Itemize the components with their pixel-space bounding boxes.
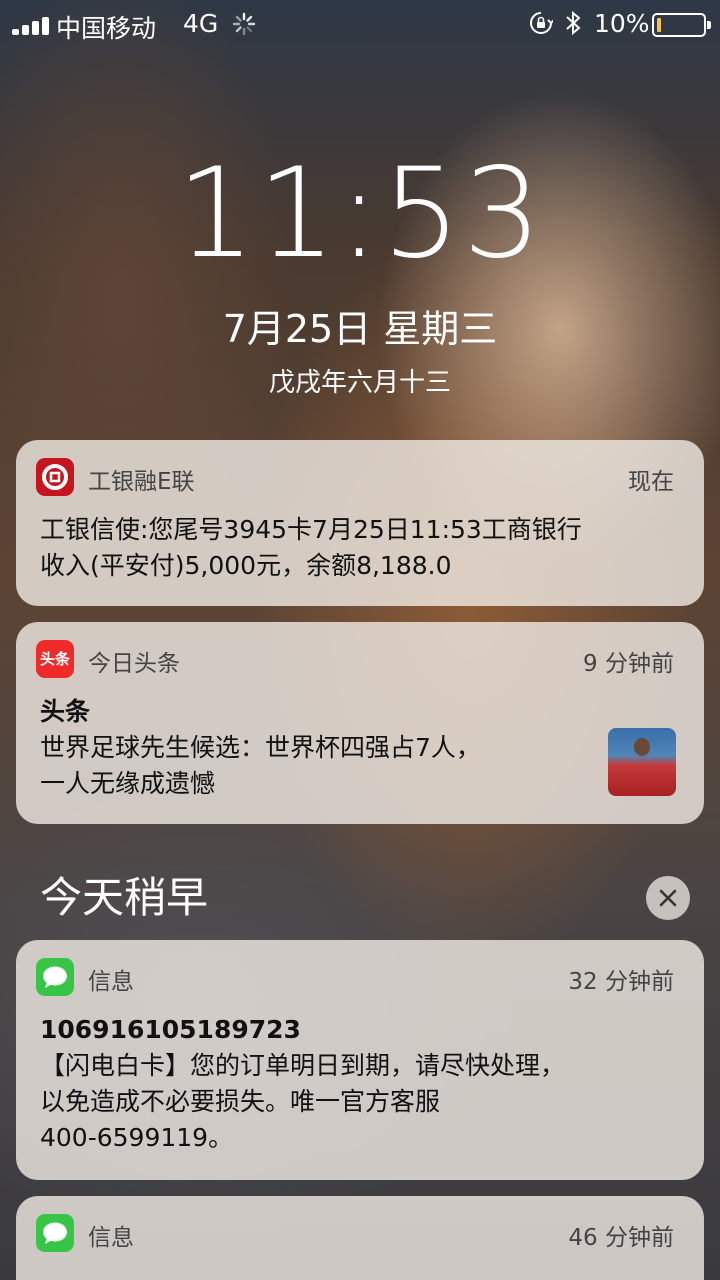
notification-time: 32 分钟前 [568,969,674,995]
notification-line: 收入(平安付)5,000元，余额8,188.0 [40,551,452,580]
notification-messages-2[interactable]: 信息 46 分钟前 [16,1196,704,1280]
news-thumbnail-image [608,728,676,796]
network-type: 4G [183,9,219,38]
notification-time: 现在 [628,469,674,495]
notification-line: 工银信使:您尾号3945卡7月25日11:53工商银行 [40,515,582,544]
notification-sender: 10691610518972​3 [40,1015,301,1044]
notification-title: 头条 [40,697,91,726]
notification-app-name: 工银融E联 [88,469,195,495]
section-heading-earlier-today: 今天稍早 [40,873,209,922]
notification-messages[interactable]: 信息 32 分钟前 10691610518972​3 【闪电白卡】您的订单明日到… [16,940,704,1180]
notification-line: 以免造成不必要损失。唯一官方客服 [40,1087,441,1116]
messages-icon [36,1214,74,1252]
notification-icbc[interactable]: 工银融E联 现在 工银信使:您尾号3945卡7月25日11:53工商银行 收入(… [16,440,704,606]
signal-strength-icon [12,17,52,35]
carrier-name: 中国移动 [56,14,157,43]
icbc-icon [36,458,74,496]
notification-body: 10691610518972​3 【闪电白卡】您的订单明日到期，请尽快处理， 以… [40,1012,680,1156]
notification-app-name: 今日头条 [88,651,180,677]
messages-icon [36,958,74,996]
notification-line: 一人无缘成遗憾 [40,769,216,798]
rotation-lock-icon [530,12,553,34]
toutiao-icon: 头条 [36,640,74,678]
activity-spinner-icon [232,12,256,36]
bluetooth-icon [566,10,581,36]
lock-screen-date: 7月25日 星期三 [222,307,498,351]
close-icon [659,889,677,907]
notification-body: 头条 世界足球先生候选：世界杯四强占7人， 一人无缘成遗憾 [40,694,600,802]
notification-time: 9 分钟前 [583,651,674,677]
notification-toutiao[interactable]: 头条 今日头条 9 分钟前 头条 世界足球先生候选：世界杯四强占7人， 一人无缘… [16,622,704,824]
notification-line: 世界足球先生候选：世界杯四强占7人， [40,733,481,762]
notification-line: 【闪电白卡】您的订单明日到期，请尽快处理， [40,1051,566,1080]
status-bar: 中国移动 4G 10% [0,0,720,48]
battery-percentage: 10% [594,9,650,38]
notification-time: 46 分钟前 [568,1225,674,1251]
lunar-date: 戊戌年六月十三 [268,368,451,398]
notification-body: 工银信使:您尾号3945卡7月25日11:53工商银行 收入(平安付)5,000… [40,512,680,584]
battery-icon [652,13,711,37]
notification-app-name: 信息 [88,969,134,995]
notification-app-name: 信息 [88,1225,134,1251]
lock-screen-time: 11:53 [176,142,544,286]
notification-line: 400-6599119。 [40,1123,234,1152]
clear-notifications-button[interactable] [646,876,690,920]
